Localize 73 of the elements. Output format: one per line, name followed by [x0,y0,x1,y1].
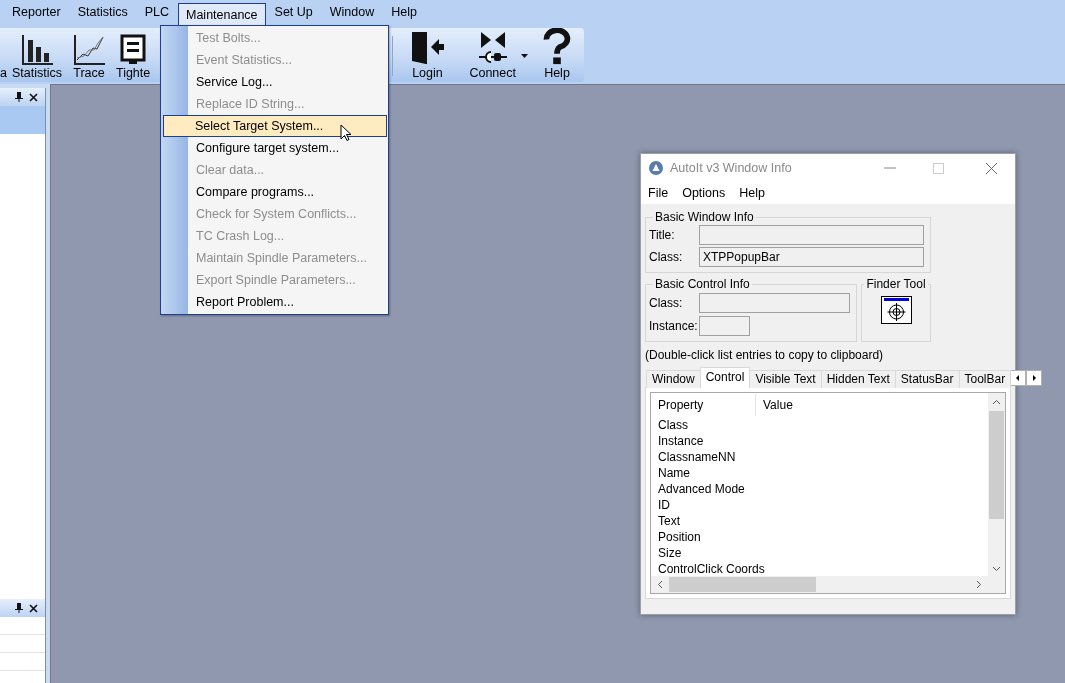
pin-icon[interactable] [15,92,23,102]
menu-item[interactable]: File [648,186,669,200]
scroll-down-icon[interactable] [992,566,1001,572]
field-label: Class: [649,250,684,264]
toolbar-button[interactable]: Trace [66,28,111,82]
toolbar-button[interactable]: Connect [455,28,530,82]
toolbar-button[interactable]: a [0,28,7,82]
horizontal-scrollbar[interactable] [651,576,988,593]
menu-item[interactable]: Help [383,0,425,28]
field-label: Title: [649,228,676,242]
hint-text: (Double-click list entries to copy to clipboard) [645,348,885,362]
vertical-scrollbar[interactable] [988,393,1005,576]
menu-item[interactable]: Window [321,0,383,28]
column-header[interactable]: Property [651,394,756,416]
pin-icon[interactable] [15,603,23,613]
menu-item[interactable]: Set Up [266,0,321,28]
field-label: Class: [649,295,684,310]
property-cell-text: ControlClick Coords [657,561,766,576]
toolbar-button[interactable]: Tighte [110,28,156,82]
menu-option[interactable]: Configure target system... [188,137,387,159]
tab[interactable]: Hidden Text [820,370,896,388]
text-field[interactable] [699,225,924,245]
door-icon [409,30,446,66]
menu-option[interactable]: Service Log... [188,71,387,93]
close-icon[interactable] [29,92,38,102]
property-cell-text: Advanced Mode [657,481,746,497]
menu-option[interactable]: Compare programs... [188,181,387,203]
close-icon[interactable] [29,603,38,613]
text-field[interactable]: XTPPopupBar [699,247,924,267]
crosshair-icon[interactable] [880,296,912,324]
menu-item[interactable]: PLC [136,0,177,28]
scroll-right-icon[interactable] [976,580,982,589]
bar-chart-icon [19,34,54,66]
tab[interactable]: StatusBar [894,370,960,388]
app-logo-icon [649,161,663,175]
property-cell-text: Class [657,417,689,433]
text-field[interactable] [699,315,750,336]
tab[interactable]: Visible Text [749,370,822,388]
property-cell-text: Text [657,513,681,529]
scrollbar-thumb[interactable] [669,577,816,592]
toolbar-button[interactable]: Help [530,28,584,82]
menu-option[interactable]: Report Problem... [188,291,387,313]
property-cell-text: Size [657,545,683,561]
tab[interactable]: Window [646,370,701,388]
group-title: Finder Tool [865,277,927,291]
property-cell-text: Name [657,465,691,481]
menu-option[interactable]: Select Target System... [163,115,387,137]
scroll-up-icon[interactable] [992,399,1001,405]
property-cell-text: ClassnameNN [657,449,737,465]
property-cell-text: Instance [657,433,705,449]
tab[interactable]: Control [699,367,751,388]
window-title: AutoIt v3 Window Info [670,161,793,175]
toolbar-button[interactable]: Statistics [6,28,67,82]
property-cell-text: Position [657,529,702,545]
menu-item[interactable]: Reporter [4,0,69,28]
property-cell-text: ID [657,497,671,513]
line-chart-icon [71,34,106,66]
text-field[interactable] [699,292,850,313]
field-label: Instance: [649,318,695,333]
column-header[interactable]: Value [756,394,883,416]
group-title: Basic Window Info [654,210,755,224]
menu-item[interactable]: Statistics [69,0,136,28]
menu-item[interactable]: Help [739,186,765,200]
tab[interactable]: ToolBar [958,370,1012,388]
scroll-right-icon[interactable] [1026,370,1043,386]
monitor-icon [120,34,147,66]
menu-item[interactable]: Options [682,186,726,200]
caret-icon[interactable] [521,54,528,58]
mouse-cursor-icon [340,124,352,142]
scrollbar-thumb[interactable] [989,411,1004,519]
group-title: Basic Control Info [654,277,751,291]
toolbar-button[interactable]: Login [399,28,456,82]
scroll-left-icon[interactable] [657,580,663,589]
